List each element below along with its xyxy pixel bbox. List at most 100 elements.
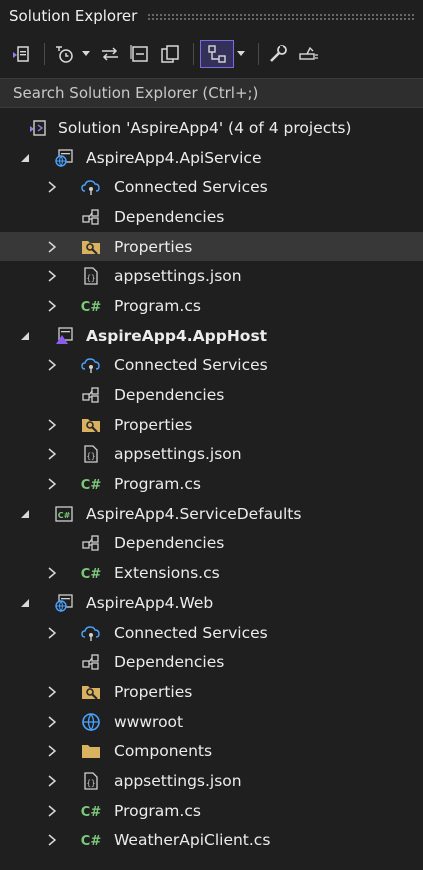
tree-item-label: AspireApp4.ApiService (86, 148, 262, 167)
tree-item[interactable]: C# Program.cs (0, 796, 423, 826)
collapse-all-icon[interactable] (127, 41, 153, 67)
tree-item-label: WeatherApiClient.cs (114, 831, 271, 850)
chevron-right-icon[interactable] (45, 707, 59, 736)
chevron-down-icon[interactable] (18, 499, 32, 528)
tree-item-label: Properties (114, 682, 193, 701)
apphost-project-icon (53, 325, 75, 347)
chevron-right-icon[interactable] (45, 677, 59, 706)
tree-item[interactable]: C# Program.cs (0, 291, 423, 321)
tree-item-label: appsettings.json (114, 445, 242, 464)
tree-item-label: Connected Services (114, 356, 268, 375)
solution-node[interactable]: Solution 'AspireApp4' (4 of 4 projects) (0, 113, 423, 143)
globe-icon (80, 711, 102, 733)
chevron-right-icon[interactable] (45, 173, 59, 202)
chevron-right-icon[interactable] (45, 766, 59, 795)
search-input[interactable] (0, 84, 423, 102)
title-bar: Solution Explorer (0, 0, 423, 32)
tree-item[interactable]: Connected Services (0, 172, 423, 202)
show-all-files-icon[interactable] (157, 41, 183, 67)
csharp-project-icon: C# (53, 503, 75, 525)
svg-text:C#: C# (81, 567, 102, 582)
tree-item[interactable]: wwwroot (0, 707, 423, 737)
web-project-icon (53, 592, 75, 614)
json-file-icon: {} (80, 770, 102, 792)
chevron-down-icon[interactable] (81, 41, 91, 67)
dependencies-icon (80, 206, 102, 228)
tree-item-label: Program.cs (114, 475, 201, 494)
tree-item[interactable]: Properties (0, 231, 423, 262)
json-file-icon: {} (80, 443, 102, 465)
csharp-file-icon: C# (80, 800, 102, 822)
dependencies-icon (80, 651, 102, 673)
tree-item[interactable]: C# Extensions.cs (0, 558, 423, 588)
chevron-right-icon[interactable] (45, 262, 59, 291)
svg-text:C#: C# (81, 805, 102, 820)
tree-item[interactable]: {} appsettings.json (0, 261, 423, 291)
drag-grip[interactable] (147, 12, 415, 20)
preview-selected-items-icon[interactable] (200, 40, 234, 68)
toolbar-separator (258, 43, 259, 65)
tree-item[interactable]: C# Program.cs (0, 469, 423, 499)
chevron-down-icon[interactable] (18, 143, 32, 172)
tree-item-label: Extensions.cs (114, 564, 220, 583)
chevron-right-icon[interactable] (45, 470, 59, 499)
tree-item[interactable]: Dependencies (0, 529, 423, 559)
properties-icon[interactable] (265, 41, 291, 67)
project-node[interactable]: AspireApp4.ApiService (0, 143, 423, 173)
tree-item-label: wwwroot (114, 712, 184, 731)
solution-tree: Solution 'AspireApp4' (4 of 4 projects) A… (0, 113, 423, 855)
svg-text:{}: {} (86, 778, 95, 787)
web-project-icon (53, 147, 75, 169)
tree-item-label: Dependencies (114, 207, 225, 226)
csharp-file-icon: C# (80, 473, 102, 495)
tree-item-label: Dependencies (114, 653, 225, 672)
tree-item[interactable]: Dependencies (0, 380, 423, 410)
chevron-right-icon[interactable] (45, 559, 59, 588)
panel-title: Solution Explorer (9, 7, 138, 25)
chevron-right-icon[interactable] (45, 291, 59, 320)
chevron-down-icon[interactable] (18, 588, 32, 617)
csharp-file-icon: C# (80, 562, 102, 584)
svg-text:C#: C# (81, 478, 102, 493)
tree-item[interactable]: Connected Services (0, 618, 423, 648)
chevron-down-icon[interactable] (236, 41, 246, 67)
tree-item[interactable]: C# WeatherApiClient.cs (0, 826, 423, 856)
tree-item-label: Connected Services (114, 178, 268, 197)
connected-services-icon (80, 354, 102, 376)
tree-item-label: appsettings.json (114, 267, 242, 286)
tree-item[interactable]: Properties (0, 677, 423, 707)
switch-views-icon[interactable] (8, 41, 34, 67)
toolbar-separator (193, 43, 194, 65)
tree-item-label: appsettings.json (114, 771, 242, 790)
project-node[interactable]: AspireApp4.Web (0, 588, 423, 618)
chevron-right-icon[interactable] (45, 440, 59, 469)
toolbar-separator (44, 43, 45, 65)
tree-item-label: Solution 'AspireApp4' (4 of 4 projects) (58, 118, 352, 137)
search-box (0, 78, 423, 108)
project-node[interactable]: AspireApp4.AppHost (0, 321, 423, 351)
pending-changes-filter-icon[interactable] (51, 41, 77, 67)
folder-icon (80, 740, 102, 762)
dependencies-icon (80, 384, 102, 406)
tree-item[interactable]: Dependencies (0, 647, 423, 677)
tree-item-label: Program.cs (114, 296, 201, 315)
chevron-right-icon[interactable] (45, 796, 59, 825)
chevron-right-icon[interactable] (45, 618, 59, 647)
chevron-right-icon[interactable] (45, 410, 59, 439)
tree-item[interactable]: Connected Services (0, 351, 423, 381)
chevron-right-icon[interactable] (45, 232, 59, 261)
tree-item[interactable]: Properties (0, 410, 423, 440)
chevron-right-icon[interactable] (45, 737, 59, 766)
chevron-right-icon[interactable] (45, 351, 59, 380)
connected-services-icon (80, 622, 102, 644)
tree-item[interactable]: {} appsettings.json (0, 766, 423, 796)
project-node[interactable]: C# AspireApp4.ServiceDefaults (0, 499, 423, 529)
tree-item[interactable]: Dependencies (0, 202, 423, 232)
sync-with-active-document-icon[interactable] (97, 41, 123, 67)
more-options-icon[interactable] (295, 41, 321, 67)
chevron-down-icon[interactable] (18, 321, 32, 350)
tree-item[interactable]: {} appsettings.json (0, 440, 423, 470)
svg-text:{}: {} (86, 274, 95, 283)
tree-item[interactable]: Components (0, 736, 423, 766)
chevron-right-icon[interactable] (45, 826, 59, 855)
